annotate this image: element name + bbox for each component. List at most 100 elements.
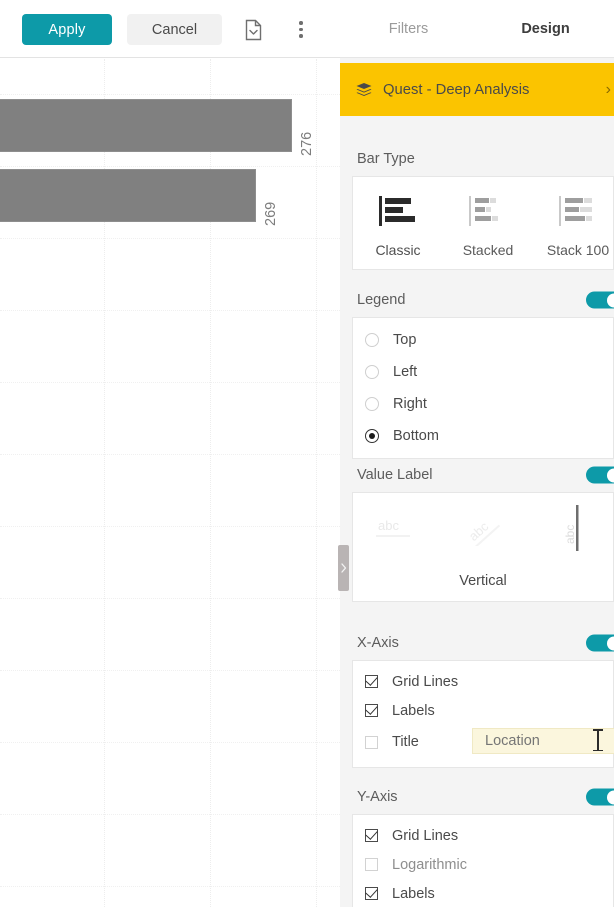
legend-option-right[interactable]: Right [353, 388, 613, 420]
chart-region: Apply Cancel 276 269 [0, 0, 340, 907]
checkbox-icon-checked [365, 675, 378, 688]
section-bar-type: Bar Type Classic Stacked Stack 100 [340, 142, 614, 270]
checkbox-icon-checked [365, 704, 378, 717]
cancel-button[interactable]: Cancel [127, 14, 222, 45]
bar-classic-icon [374, 188, 422, 234]
text-cursor-icon [594, 729, 602, 751]
bar-type-stacked[interactable]: Stacked [443, 188, 533, 258]
section-title: Y-Axis [357, 789, 398, 805]
gridline-horizontal [0, 382, 340, 383]
legend-option-left[interactable]: Left [353, 356, 613, 388]
section-header: Value Label [340, 458, 614, 492]
text-vertical-icon: abc [548, 502, 592, 559]
section-value-label: Value Label abc abc abc Vertical [340, 458, 614, 602]
value-label-options: abc abc abc Vertical [352, 492, 614, 602]
x-axis-grid-lines[interactable]: Grid Lines [353, 667, 613, 696]
bar-value-label: 269 [263, 201, 279, 226]
bar-type-options: Classic Stacked Stack 100 [352, 176, 614, 270]
gridline-horizontal [0, 310, 340, 311]
layers-stack-icon [354, 82, 374, 98]
kebab-menu-icon[interactable] [285, 14, 317, 45]
section-y-axis: Y-Axis Grid Lines Logarithmic Labels [340, 780, 614, 907]
dataset-banner[interactable]: Quest - Deep Analysis › [340, 63, 614, 116]
gridline-vertical [316, 59, 317, 907]
svg-text:abc: abc [378, 518, 399, 533]
value-label-toggle[interactable] [586, 466, 614, 484]
gridline-horizontal [0, 238, 340, 239]
chevron-right-icon [340, 563, 346, 573]
x-axis-option-label: Title [392, 734, 419, 750]
section-legend: Legend Top Left Right Bottom [340, 283, 614, 459]
y-axis-labels[interactable]: Labels [353, 879, 613, 907]
legend-option-top[interactable]: Top [353, 324, 613, 356]
x-axis-labels[interactable]: Labels [353, 696, 613, 725]
x-axis-option-label: Grid Lines [392, 673, 459, 690]
gridline-horizontal [0, 598, 340, 599]
bar-chart: 276 269 [0, 59, 340, 907]
bar-type-stack100[interactable]: Stack 100 [533, 188, 614, 258]
y-axis-grid-lines[interactable]: Grid Lines [353, 821, 613, 850]
x-axis-title[interactable]: Title [353, 725, 614, 759]
text-diagonal-icon: abc [461, 510, 505, 551]
bar-type-label: Stacked [462, 242, 514, 258]
gridline-horizontal [0, 94, 340, 95]
svg-text:abc: abc [466, 518, 492, 544]
y-axis-logarithmic[interactable]: Logarithmic [353, 850, 613, 879]
section-header: Bar Type [340, 142, 614, 176]
bar-segment[interactable] [0, 99, 292, 152]
legend-option-label: Left [393, 364, 418, 380]
panel-tab-bar: Filters Design [340, 0, 614, 58]
section-header: Legend [340, 283, 614, 317]
panel-collapse-handle[interactable] [338, 545, 349, 591]
legend-option-label: Right [393, 396, 427, 412]
bar-segment[interactable] [0, 169, 256, 222]
y-axis-option-label: Logarithmic [392, 856, 467, 873]
gridline-horizontal [0, 742, 340, 743]
svg-text:abc: abc [563, 524, 577, 543]
x-axis-options: Grid Lines Labels Title [352, 660, 614, 768]
bar-stack100-icon [554, 188, 602, 234]
apply-button[interactable]: Apply [22, 14, 112, 45]
gridline-horizontal [0, 670, 340, 671]
kebab-dots [299, 19, 303, 39]
bar-value-label: 276 [299, 131, 315, 156]
y-axis-option-label: Grid Lines [392, 827, 459, 844]
bar-stacked-icon [464, 188, 512, 234]
section-x-axis: X-Axis Grid Lines Labels Title [340, 626, 614, 768]
bar-type-classic[interactable]: Classic [353, 188, 443, 258]
section-header: X-Axis [340, 626, 614, 660]
x-axis-option-label: Labels [392, 702, 435, 719]
file-download-icon[interactable] [237, 14, 269, 45]
section-title: Value Label [357, 467, 433, 483]
x-axis-toggle[interactable] [586, 634, 614, 652]
design-panel: Filters Design Quest - Deep Analysis › B… [340, 0, 614, 907]
value-label-vertical[interactable]: abc [526, 502, 613, 559]
tab-filters[interactable]: Filters [340, 21, 477, 37]
gridline-horizontal [0, 814, 340, 815]
chevron-right-icon[interactable]: › [606, 81, 611, 99]
app-root: Apply Cancel 276 269 Filters Design Ques… [0, 0, 614, 907]
legend-toggle[interactable] [586, 291, 614, 309]
checkbox-icon-checked [365, 887, 378, 900]
section-title: Legend [357, 292, 406, 308]
tab-design[interactable]: Design [477, 21, 614, 37]
radio-icon [365, 397, 379, 411]
gridline-horizontal [0, 166, 340, 167]
value-label-horizontal[interactable]: abc [353, 513, 440, 548]
legend-option-bottom[interactable]: Bottom [353, 420, 613, 452]
gridline-horizontal [0, 454, 340, 455]
section-title: Bar Type [357, 151, 415, 167]
y-axis-toggle[interactable] [586, 788, 614, 806]
y-axis-option-label: Labels [392, 885, 435, 902]
section-title: X-Axis [357, 635, 399, 651]
gridline-horizontal [0, 886, 340, 887]
checkbox-icon-checked [365, 829, 378, 842]
legend-option-label: Bottom [393, 428, 439, 444]
radio-icon [365, 365, 379, 379]
legend-options: Top Left Right Bottom [352, 317, 614, 459]
chart-toolbar: Apply Cancel [0, 0, 340, 58]
value-label-diagonal[interactable]: abc [440, 510, 527, 551]
checkbox-icon-unchecked [365, 735, 378, 749]
bar-type-label: Stack 100 [546, 242, 610, 258]
y-axis-options: Grid Lines Logarithmic Labels [352, 814, 614, 907]
